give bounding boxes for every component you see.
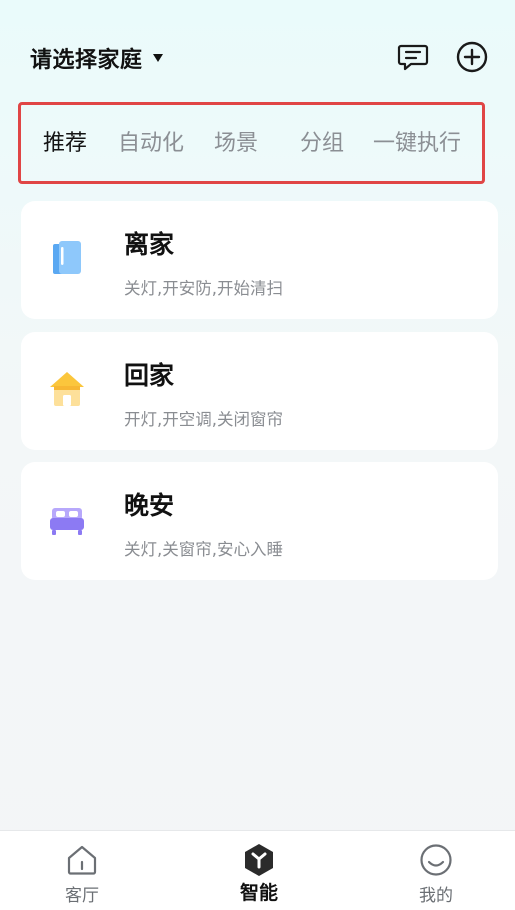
scene-category-tabs: 推荐 自动化 场景 分组 一键执行 <box>18 102 485 184</box>
message-icon[interactable] <box>396 40 430 74</box>
tab-automation[interactable]: 自动化 <box>118 125 184 157</box>
caret-down-icon <box>152 54 163 62</box>
tab-groups[interactable]: 分组 <box>300 125 344 157</box>
nav-item-living-room[interactable]: 客厅 <box>22 831 142 910</box>
scene-card-back-home[interactable]: 回家 开灯,开空调,关闭窗帘 <box>21 332 498 450</box>
tab-scenes[interactable]: 场景 <box>214 125 258 157</box>
bottom-navigation: 客厅 智能 我的 <box>0 830 515 910</box>
tab-one-tap[interactable]: 一键执行 <box>373 125 461 157</box>
smart-hex-icon <box>245 844 273 876</box>
nav-label: 客厅 <box>65 886 99 906</box>
nav-item-mine[interactable]: 我的 <box>376 831 496 910</box>
scene-description: 关灯,开安防,开始清扫 <box>124 279 283 298</box>
scene-description: 关灯,关窗帘,安心入睡 <box>124 540 283 559</box>
smiley-face-icon <box>420 844 452 876</box>
house-icon <box>50 372 84 406</box>
scene-title: 晚安 <box>124 491 175 520</box>
scene-title: 回家 <box>124 361 175 390</box>
door-icon <box>53 241 81 274</box>
scene-card-leave-home[interactable]: 离家 关灯,开安防,开始清扫 <box>21 201 498 319</box>
scene-card-good-night[interactable]: 晚安 关灯,关窗帘,安心入睡 <box>21 462 498 580</box>
scene-title: 离家 <box>124 230 175 259</box>
scene-description: 开灯,开空调,关闭窗帘 <box>124 410 283 429</box>
nav-label: 我的 <box>419 886 453 906</box>
top-header: 请选择家庭 <box>0 0 515 100</box>
nav-label: 智能 <box>239 882 278 904</box>
home-outline-icon <box>67 845 97 875</box>
tab-recommended[interactable]: 推荐 <box>43 125 87 157</box>
bed-icon <box>50 508 84 535</box>
family-select-label: 请选择家庭 <box>30 48 143 73</box>
family-select-dropdown[interactable]: 请选择家庭 <box>30 42 163 74</box>
add-circle-icon[interactable] <box>455 40 489 74</box>
nav-item-smart[interactable]: 智能 <box>199 831 319 910</box>
